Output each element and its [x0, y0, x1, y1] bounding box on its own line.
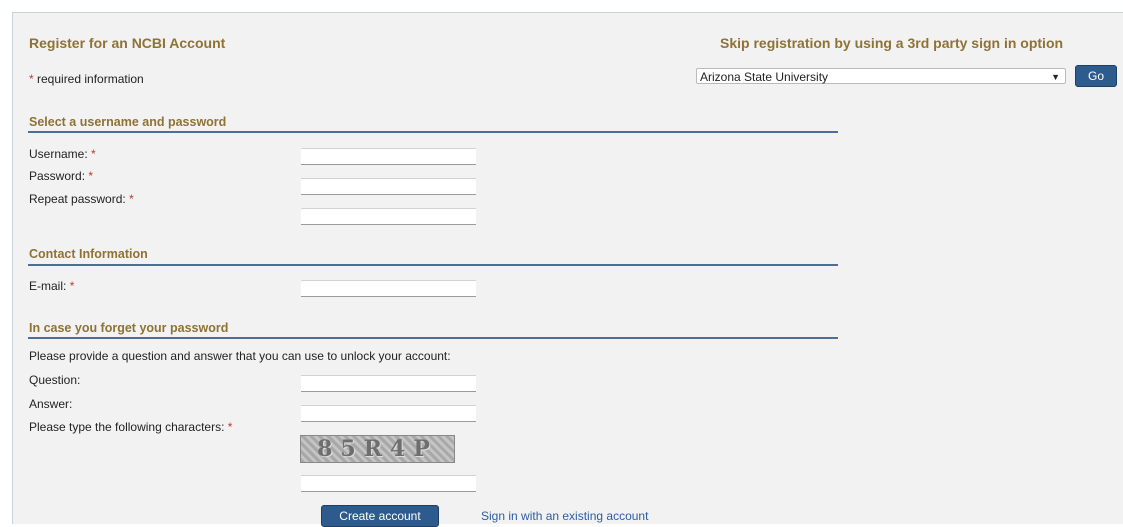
captcha-image: 85R4P — [300, 435, 455, 463]
captcha-input[interactable] — [301, 475, 476, 492]
forgot-instructions: Please provide a question and answer tha… — [29, 349, 451, 363]
register-title: Register for an NCBI Account — [29, 35, 226, 51]
go-button[interactable]: Go — [1075, 65, 1117, 87]
required-asterisk: * — [88, 169, 94, 183]
question-label: Question: — [29, 373, 81, 387]
email-label-text: E-mail: — [29, 279, 67, 293]
required-asterisk: * — [129, 192, 134, 206]
skip-registration-title: Skip registration by using a 3rd party s… — [720, 35, 1064, 51]
password-label: Password: * — [29, 169, 93, 183]
registration-panel — [12, 12, 1123, 524]
email-label: E-mail: * — [29, 279, 74, 293]
username-label: Username: * — [29, 147, 96, 161]
repeat-password-label-text: Repeat password: — [29, 192, 126, 206]
email-input[interactable] — [301, 280, 476, 297]
contact-section-title: Contact Information — [29, 247, 148, 261]
username-label-text: Username: — [29, 147, 88, 161]
repeat-password-label: Repeat password: * — [29, 192, 134, 206]
required-asterisk: * — [69, 279, 75, 293]
repeat-password-input[interactable] — [301, 208, 476, 225]
create-account-button[interactable]: Create account — [321, 505, 439, 527]
username-input[interactable] — [301, 148, 476, 165]
dropdown-arrow-icon: ▼ — [1051, 72, 1060, 82]
selected-provider: Arizona State University — [700, 70, 829, 84]
sign-in-existing-link[interactable]: Sign in with an existing account — [481, 509, 648, 523]
section-divider — [28, 264, 838, 266]
question-input[interactable] — [301, 375, 476, 392]
section-divider — [28, 131, 838, 133]
required-note: * required information — [29, 72, 144, 86]
answer-label: Answer: — [29, 397, 73, 411]
captcha-label-text: Please type the following characters: — [29, 420, 225, 434]
forgot-section-title: In case you forget your password — [29, 321, 229, 335]
third-party-provider-select[interactable]: Arizona State University ▼ — [696, 68, 1066, 84]
password-input[interactable] — [301, 178, 476, 195]
password-label-text: Password: — [29, 169, 86, 183]
required-asterisk: * — [91, 147, 96, 161]
captcha-label: Please type the following characters: * — [29, 420, 232, 434]
credentials-section-title: Select a username and password — [29, 115, 227, 129]
answer-input[interactable] — [301, 405, 476, 422]
required-asterisk: * — [227, 420, 233, 434]
required-note-text: required information — [33, 72, 144, 86]
section-divider — [28, 337, 838, 339]
